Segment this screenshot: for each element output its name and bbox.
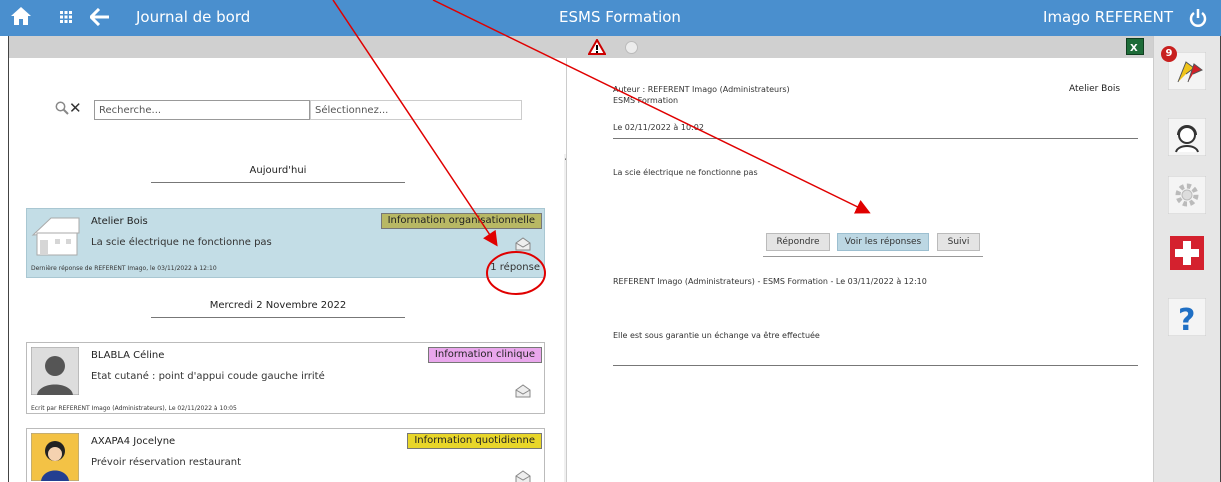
search-icon[interactable] xyxy=(55,101,69,118)
help-question-button[interactable]: ? xyxy=(1167,297,1207,338)
journal-entry-atelier-bois[interactable]: Atelier Bois La scie électrique ne fonct… xyxy=(26,208,545,278)
person-avatar-icon xyxy=(30,346,80,396)
day-separator-wednesday: Mercredi 2 Novembre 2022 xyxy=(151,300,405,318)
home-icon[interactable] xyxy=(10,6,32,29)
settings-gear-button[interactable] xyxy=(1167,175,1207,215)
flags-notifications-button[interactable]: 9 xyxy=(1161,46,1207,91)
excel-export-icon[interactable]: X xyxy=(1126,38,1144,55)
support-headset-button[interactable] xyxy=(1167,117,1207,157)
divider xyxy=(763,256,983,257)
search-row: ✕ xyxy=(8,98,566,122)
organization-name: ESMS Formation xyxy=(559,8,681,26)
warning-icon[interactable] xyxy=(587,37,607,58)
day-separator-today: Aujourd'hui xyxy=(151,165,405,183)
entry-footer: Ecrit par REFERENT Imago (Administrateur… xyxy=(31,405,237,412)
svg-text:?: ? xyxy=(1178,303,1195,336)
reply-button[interactable]: Répondre xyxy=(766,233,830,251)
category-select[interactable] xyxy=(310,100,522,120)
envelope-icon[interactable] xyxy=(515,470,531,482)
entry-message: Etat cutané : point d'appui coude gauche… xyxy=(91,371,325,382)
search-input[interactable] xyxy=(94,100,310,120)
back-arrow-icon[interactable] xyxy=(88,7,110,29)
entry-name: Atelier Bois xyxy=(91,216,148,227)
clear-search-icon[interactable]: ✕ xyxy=(69,99,82,117)
divider xyxy=(613,365,1138,366)
add-icon[interactable] xyxy=(625,41,638,54)
svg-text:X: X xyxy=(1130,43,1138,54)
entry-message: Prévoir réservation restaurant xyxy=(91,457,242,468)
reply-header: REFERENT Imago (Administrateurs) - ESMS … xyxy=(613,277,927,286)
detail-place: Atelier Bois xyxy=(1069,84,1121,94)
detail-date: Le 02/11/2022 à 10:02 xyxy=(613,123,704,132)
power-icon[interactable] xyxy=(1188,8,1208,31)
entry-category-badge: Information clinique xyxy=(427,347,542,363)
top-bar: Journal de bord ESMS Formation Imago REF… xyxy=(0,0,1221,36)
page-title: Journal de bord xyxy=(136,8,251,26)
medical-cross-button[interactable] xyxy=(1168,234,1206,272)
notifications-badge: 9 xyxy=(1161,46,1177,62)
scroll-up-icon[interactable]: ▲ xyxy=(565,154,566,161)
detail-author-line: Auteur : REFERENT Imago (Administrateurs… xyxy=(613,85,790,94)
list-scrollbar[interactable]: ▲ xyxy=(564,154,567,482)
right-sidebar: 9 ? xyxy=(1153,36,1221,482)
follow-button[interactable]: Suivi xyxy=(937,233,980,251)
divider xyxy=(613,138,1138,139)
detail-author: Auteur : REFERENT Imago (Administrateurs… xyxy=(613,84,790,106)
journal-list-panel: ✕ Aujourd'hui Atelier Bois La scie élect… xyxy=(8,58,567,482)
reply-text: Elle est sous garantie un échange va êtr… xyxy=(613,331,820,340)
user-name[interactable]: Imago REFERENT xyxy=(1043,8,1173,26)
entry-name: AXAPA4 Jocelyne xyxy=(91,436,176,447)
house-icon xyxy=(31,213,80,261)
envelope-icon[interactable] xyxy=(515,384,531,401)
journal-entry-blabla-celine[interactable]: BLABLA Céline Etat cutané : point d'appu… xyxy=(26,342,545,414)
detail-message: La scie électrique ne fonctionne pas xyxy=(613,168,758,177)
envelope-icon[interactable] xyxy=(515,237,531,254)
entry-message: La scie électrique ne fonctionne pas xyxy=(91,237,272,248)
entry-category-badge: Information organisationnelle xyxy=(380,213,542,229)
entry-footer: Dernière réponse de REFERENT Imago, le 0… xyxy=(31,265,217,272)
toolbar: X xyxy=(8,36,1153,58)
entry-category-badge: Information quotidienne xyxy=(407,433,542,449)
entry-name: BLABLA Céline xyxy=(91,350,165,361)
scroll-thumb[interactable] xyxy=(566,168,567,206)
journal-entry-axapa4-jocelyne[interactable]: AXAPA4 Jocelyne Prévoir réservation rest… xyxy=(26,428,545,482)
apps-grid-icon[interactable] xyxy=(60,11,72,26)
character-avatar-icon xyxy=(30,432,80,482)
detail-organization: ESMS Formation xyxy=(613,96,679,105)
view-replies-button[interactable]: Voir les réponses xyxy=(837,233,929,251)
entry-detail-panel: Auteur : REFERENT Imago (Administrateurs… xyxy=(578,58,1153,482)
entry-reply-count[interactable]: 1 réponse xyxy=(490,262,540,273)
